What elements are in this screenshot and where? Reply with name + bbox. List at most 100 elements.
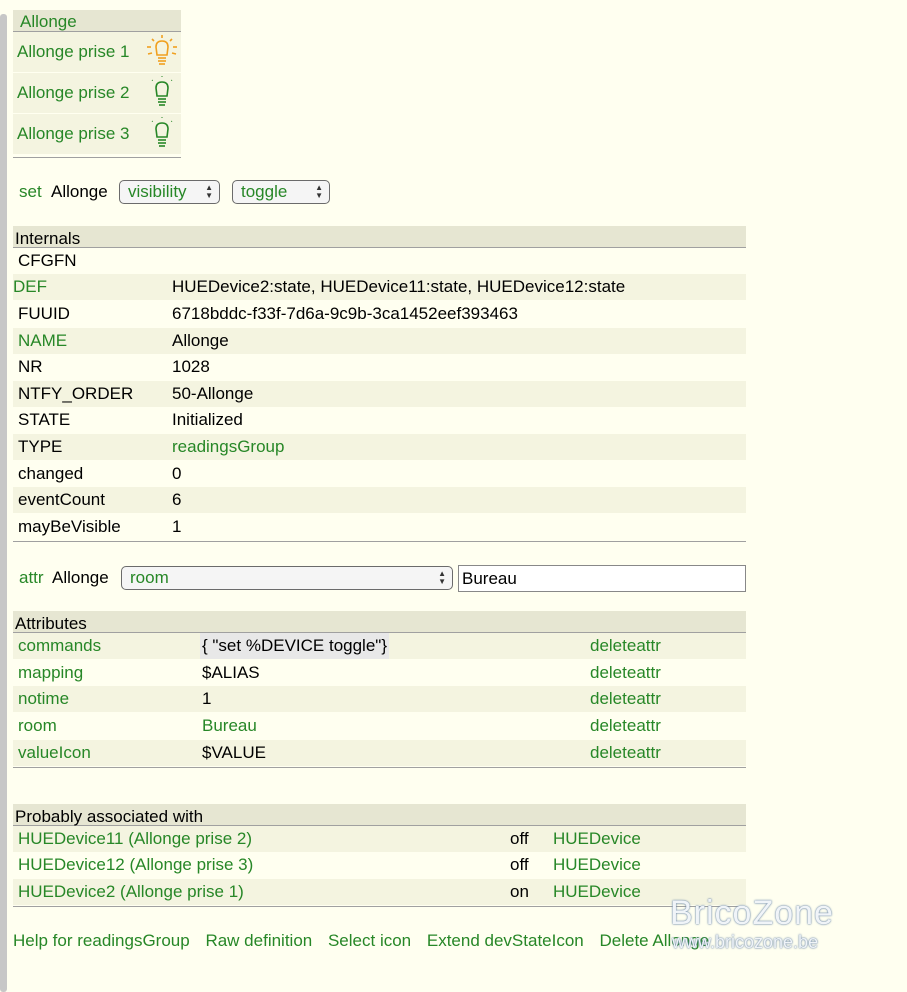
set-command-select[interactable]: visibility ▲ ▼ xyxy=(119,180,220,204)
watermark-url: www.bricozone.be xyxy=(672,932,819,952)
select-arrows-icon: ▲ ▼ xyxy=(438,569,446,586)
internal-key: TYPE xyxy=(18,437,63,456)
attribute-key-link[interactable]: room xyxy=(18,713,57,739)
group-item-prise-3[interactable]: Allonge prise 3 xyxy=(13,114,181,154)
internal-value: 6718bddc-f33f-7d6a-9c9b-3ca1452eef393463 xyxy=(172,304,518,323)
internals-row: DEF HUEDevice2:state, HUEDevice11:state,… xyxy=(13,274,746,300)
attributes-header: Attributes xyxy=(13,611,746,633)
group-item-prise-2[interactable]: Allonge prise 2 xyxy=(13,73,181,113)
group-title[interactable]: Allonge xyxy=(13,10,181,32)
internal-value: 1 xyxy=(172,517,182,536)
attribute-row: mapping $ALIAS deleteattr xyxy=(13,660,746,686)
internal-value: Initialized xyxy=(172,410,243,429)
allonge-group: Allonge Allonge prise 1 Allonge prise 2 xyxy=(13,10,181,158)
divider xyxy=(13,541,746,542)
attribute-value: $VALUE xyxy=(202,743,266,762)
internals-row: STATE Initialized xyxy=(13,407,746,433)
associated-row: HUEDevice11 (Allonge prise 2) off HUEDev… xyxy=(13,826,746,852)
associated-header: Probably associated with xyxy=(13,804,746,826)
internal-key: NR xyxy=(18,357,43,376)
attribute-key-link[interactable]: valueIcon xyxy=(18,740,91,766)
internal-key: STATE xyxy=(18,410,71,429)
internal-value: 6 xyxy=(172,490,182,509)
internal-value: Allonge xyxy=(172,331,229,350)
group-item-label[interactable]: Allonge prise 1 xyxy=(17,32,129,72)
attr-device-name: Allonge xyxy=(52,568,109,587)
attribute-value: 1 xyxy=(202,689,212,708)
bulb-off-icon[interactable] xyxy=(144,76,180,112)
internals-row: changed 0 xyxy=(13,461,746,487)
select-icon-link[interactable]: Select icon xyxy=(328,931,411,950)
internals-row: eventCount 6 xyxy=(13,487,746,513)
internal-value-link[interactable]: readingsGroup xyxy=(172,434,284,460)
select-arrows-icon: ▲ ▼ xyxy=(315,183,323,200)
left-scrollbar[interactable] xyxy=(0,14,7,992)
internal-key-link[interactable]: NAME xyxy=(18,328,67,354)
bottom-links: Help for readingsGroup Raw definition Se… xyxy=(13,930,720,952)
divider xyxy=(13,906,746,907)
associated-state: off xyxy=(510,829,529,848)
internals-header: Internals xyxy=(13,226,746,248)
associated-row: HUEDevice2 (Allonge prise 1) on HUEDevic… xyxy=(13,879,746,905)
attribute-key-link[interactable]: mapping xyxy=(18,660,83,686)
internals-row: FUUID 6718bddc-f33f-7d6a-9c9b-3ca1452eef… xyxy=(13,301,746,327)
internal-value: HUEDevice2:state, HUEDevice11:state, HUE… xyxy=(172,277,626,296)
attribute-value: { "set %DEVICE toggle"} xyxy=(200,633,389,659)
bulb-on-icon[interactable] xyxy=(144,35,180,71)
set-button[interactable]: set xyxy=(19,182,42,202)
internal-key: changed xyxy=(18,464,84,483)
attr-value-input[interactable]: Bureau xyxy=(458,565,746,592)
set-command-value: visibility xyxy=(128,182,187,201)
associated-table: Probably associated with HUEDevice11 (Al… xyxy=(13,804,746,907)
internal-value: 0 xyxy=(172,464,182,483)
associated-device-link[interactable]: HUEDevice11 (Allonge prise 2) xyxy=(18,826,252,852)
bulb-off-icon[interactable] xyxy=(144,117,180,153)
internal-value: 50-Allonge xyxy=(172,384,254,403)
help-link[interactable]: Help for readingsGroup xyxy=(13,931,190,950)
attribute-row: notime 1 deleteattr xyxy=(13,686,746,712)
internal-key: mayBeVisible xyxy=(18,517,121,536)
attr-name-select[interactable]: room ▲ ▼ xyxy=(121,566,453,590)
associated-device-link[interactable]: HUEDevice2 (Allonge prise 1) xyxy=(18,879,244,905)
attribute-row: commands { "set %DEVICE toggle"} deletea… xyxy=(13,633,746,659)
associated-state: off xyxy=(510,855,529,874)
internals-row: NAME Allonge xyxy=(13,328,746,354)
deleteattr-link[interactable]: deleteattr xyxy=(590,713,661,739)
attributes-table: Attributes commands { "set %DEVICE toggl… xyxy=(13,611,746,768)
internals-row: NTFY_ORDER 50-Allonge xyxy=(13,381,746,407)
associated-type-link[interactable]: HUEDevice xyxy=(553,852,641,878)
deleteattr-link[interactable]: deleteattr xyxy=(590,660,661,686)
internal-key: FUUID xyxy=(18,304,70,323)
internals-row: mayBeVisible 1 xyxy=(13,514,746,540)
internals-row: CFGFN xyxy=(13,248,746,274)
internal-key: NTFY_ORDER xyxy=(18,384,134,403)
divider xyxy=(13,767,746,768)
deleteattr-link[interactable]: deleteattr xyxy=(590,740,661,766)
deleteattr-link[interactable]: deleteattr xyxy=(590,633,661,659)
attribute-value: $ALIAS xyxy=(202,663,260,682)
deleteattr-link[interactable]: deleteattr xyxy=(590,686,661,712)
associated-type-link[interactable]: HUEDevice xyxy=(553,826,641,852)
group-item-label[interactable]: Allonge prise 2 xyxy=(17,73,129,113)
internal-key: eventCount xyxy=(18,490,105,509)
attribute-value-link[interactable]: Bureau xyxy=(202,713,257,739)
associated-type-link[interactable]: HUEDevice xyxy=(553,879,641,905)
group-item-prise-1[interactable]: Allonge prise 1 xyxy=(13,32,181,72)
set-device-name: Allonge xyxy=(51,182,108,201)
attribute-key-link[interactable]: notime xyxy=(18,686,69,712)
attr-value-text: Bureau xyxy=(462,569,517,588)
group-item-label[interactable]: Allonge prise 3 xyxy=(17,114,129,154)
associated-state: on xyxy=(510,882,529,901)
associated-device-link[interactable]: HUEDevice12 (Allonge prise 3) xyxy=(18,852,253,878)
internal-key-link[interactable]: DEF xyxy=(13,274,47,300)
raw-definition-link[interactable]: Raw definition xyxy=(205,931,312,950)
attr-button[interactable]: attr xyxy=(19,568,44,588)
select-arrows-icon: ▲ ▼ xyxy=(205,183,213,200)
set-value-value: toggle xyxy=(241,182,288,201)
attribute-key-link[interactable]: commands xyxy=(18,633,101,659)
extend-devstateicon-link[interactable]: Extend devStateIcon xyxy=(427,931,584,950)
set-value-select[interactable]: toggle ▲ ▼ xyxy=(232,180,330,204)
attr-name-value: room xyxy=(130,568,169,587)
internals-row: NR 1028 xyxy=(13,354,746,380)
attribute-row: room Bureau deleteattr xyxy=(13,713,746,739)
